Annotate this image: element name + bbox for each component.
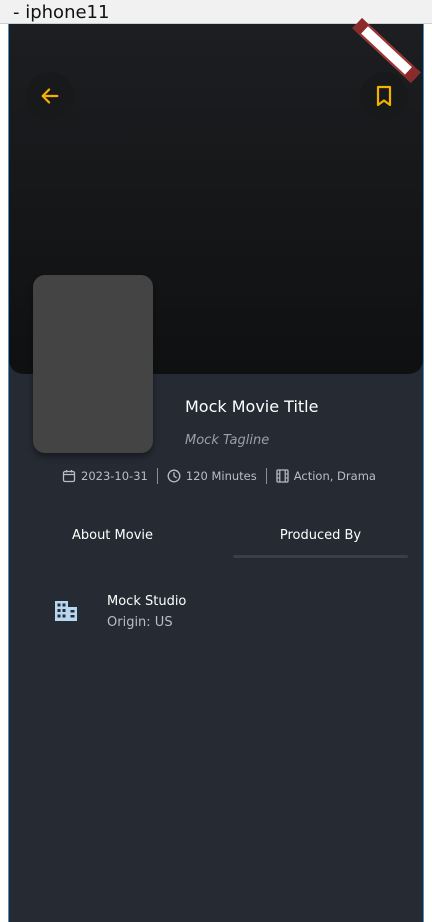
back-button[interactable] <box>26 72 74 120</box>
production-company-item: Mock Studio Origin: US <box>54 594 394 638</box>
window-title: - iphone11 <box>13 2 110 23</box>
active-tab-indicator <box>233 555 408 558</box>
tab-about-movie[interactable]: About Movie <box>25 515 200 555</box>
company-name: Mock Studio <box>107 594 187 609</box>
bookmark-button[interactable] <box>360 72 408 120</box>
bookmark-icon <box>376 85 392 107</box>
release-date-item: 2023-10-31 <box>62 469 148 483</box>
clock-icon <box>167 469 181 483</box>
movie-title: Mock Movie Title <box>185 397 319 416</box>
movie-tagline: Mock Tagline <box>185 433 270 448</box>
release-date: 2023-10-31 <box>81 469 148 483</box>
building-icon <box>55 601 77 621</box>
genres-item: Action, Drama <box>276 469 376 483</box>
detail-tabs: About Movie Produced By <box>23 515 409 560</box>
meta-separator <box>265 468 267 484</box>
movie-poster <box>33 275 153 453</box>
calendar-icon <box>62 470 76 483</box>
device-screen: Mock Movie Title Mock Tagline 2023-10-31… <box>8 24 424 922</box>
movie-meta-row: 2023-10-31 120 Minutes Action, Drama <box>62 466 376 486</box>
meta-separator <box>156 468 158 484</box>
genres: Action, Drama <box>293 469 376 483</box>
runtime: 120 Minutes <box>185 469 257 483</box>
film-icon <box>276 469 289 483</box>
tab-produced-by[interactable]: Produced By <box>233 515 408 555</box>
window-title-bar: - iphone11 <box>0 0 432 24</box>
company-origin: Origin: US <box>107 615 173 630</box>
runtime-item: 120 Minutes <box>167 469 257 483</box>
arrow-left-icon <box>41 88 59 104</box>
